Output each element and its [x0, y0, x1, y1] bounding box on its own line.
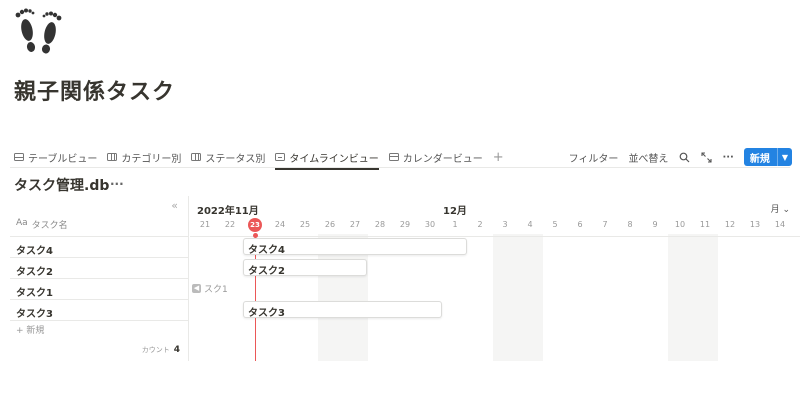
- column-header-task-name[interactable]: Aa タスク名: [16, 218, 68, 231]
- tab-calendar-view[interactable]: カレンダービュー: [388, 146, 483, 168]
- tab-label: タイムラインビュー: [289, 153, 379, 165]
- timeline-bar-label: タスク4: [248, 245, 285, 255]
- text-property-icon: Aa: [16, 218, 28, 228]
- database-more-icon[interactable]: ···: [110, 177, 124, 191]
- collapse-icon[interactable]: «: [171, 199, 178, 212]
- day-label: 4: [527, 220, 533, 229]
- day-label: 1: [452, 220, 458, 229]
- day-label: 14: [774, 220, 786, 229]
- day-label: 26: [324, 220, 336, 229]
- table-row[interactable]: タスク4: [10, 236, 188, 257]
- day-label: 25: [299, 220, 311, 229]
- weekend-column: [692, 234, 718, 361]
- board-icon: [191, 153, 202, 161]
- timeline-grid: 2022年11月 12月 月 ⌄ ◀ スク1 21 22 23 24 25 26 27 28 2…: [190, 196, 800, 361]
- day-label: 29: [399, 220, 411, 229]
- day-label: 3: [502, 220, 508, 229]
- page-title: 親子関係タスク: [14, 80, 176, 105]
- more-icon[interactable]: ···: [722, 152, 733, 163]
- header-divider: [190, 236, 800, 237]
- add-view-button[interactable]: +: [493, 150, 504, 165]
- table-row[interactable]: タスク3: [10, 299, 188, 320]
- weekend-column: [667, 234, 693, 361]
- day-label: 13: [749, 220, 761, 229]
- tab-timeline-view[interactable]: タイムラインビュー: [275, 146, 380, 170]
- day-label: 8: [627, 220, 633, 229]
- timeline-bar-label: タスク2: [248, 266, 285, 276]
- day-label: 11: [699, 220, 711, 229]
- footprints-icon[interactable]: [10, 4, 66, 54]
- weekend-column: [517, 234, 543, 361]
- tab-category-view[interactable]: カテゴリー別: [107, 146, 181, 168]
- month-label-december: 12月: [443, 206, 467, 217]
- chevron-down-icon[interactable]: ▼: [776, 148, 792, 166]
- count-value: 4: [173, 345, 180, 355]
- timeline-icon: [275, 153, 286, 161]
- day-label: 10: [674, 220, 686, 229]
- new-button-label: 新規: [749, 153, 770, 165]
- tab-label: カテゴリー別: [121, 153, 182, 165]
- table-row[interactable]: タスク1: [10, 278, 188, 299]
- sort-button[interactable]: 並べ替え: [628, 150, 668, 165]
- tab-label: カレンダービュー: [402, 153, 483, 165]
- new-button[interactable]: 新規 ▼: [743, 148, 792, 166]
- row-divider: [10, 320, 188, 321]
- search-icon[interactable]: [678, 151, 690, 163]
- day-label: 12: [724, 220, 736, 229]
- timeline-bar[interactable]: タスク4: [243, 238, 467, 255]
- tabs-divider: [10, 167, 790, 168]
- filter-button[interactable]: フィルター: [569, 150, 619, 165]
- expand-icon[interactable]: [700, 151, 712, 163]
- count-summary: カウント 4: [142, 345, 180, 355]
- day-label: 5: [552, 220, 558, 229]
- day-label: 2: [477, 220, 483, 229]
- timescale-select[interactable]: 月 ⌄: [771, 202, 790, 215]
- tab-label: テーブルビュー: [28, 153, 98, 165]
- timeline-bar-label: タスク3: [248, 308, 285, 318]
- column-header-label: タスク名: [31, 221, 68, 231]
- offscreen-task-indicator[interactable]: ◀ スク1: [192, 282, 228, 295]
- tab-table-view[interactable]: テーブルビュー: [14, 146, 97, 168]
- view-actions: フィルター 並べ替え ··· 新規 ▼: [569, 146, 792, 168]
- arrow-left-icon: ◀: [192, 284, 201, 293]
- new-row-button[interactable]: + 新規: [16, 323, 44, 336]
- table-icon: [14, 153, 24, 161]
- day-label: 21: [199, 220, 211, 229]
- table-row[interactable]: タスク2: [10, 257, 188, 278]
- view-tabs: テーブルビュー カテゴリー別 ステータス別 タイムラインビュー カレンダービュー…: [14, 146, 504, 170]
- database-title[interactable]: タスク管理.db: [14, 175, 109, 195]
- timeline-bar[interactable]: タスク3: [243, 301, 442, 318]
- offscreen-task-label: スク1: [204, 285, 228, 295]
- board-icon: [107, 153, 118, 161]
- task-table: « Aa タスク名 タスク4 タスク2 タスク1 タスク3 + 新規 カウント 4: [10, 196, 189, 361]
- day-label: 7: [602, 220, 608, 229]
- calendar-icon: [388, 153, 399, 161]
- today-marker: 23: [248, 218, 262, 232]
- weekend-column: [492, 234, 518, 361]
- day-label: 24: [274, 220, 286, 229]
- tab-label: ステータス別: [205, 153, 266, 165]
- month-label-november: 2022年11月: [197, 206, 259, 217]
- day-label: 30: [424, 220, 436, 229]
- day-label: 6: [577, 220, 583, 229]
- day-label: 28: [374, 220, 386, 229]
- tab-status-view[interactable]: ステータス別: [191, 146, 265, 168]
- count-label: カウント: [141, 346, 170, 354]
- day-label: 22: [224, 220, 236, 229]
- day-label: 9: [652, 220, 658, 229]
- timeline-bar[interactable]: タスク2: [243, 259, 367, 276]
- day-label: 27: [349, 220, 361, 229]
